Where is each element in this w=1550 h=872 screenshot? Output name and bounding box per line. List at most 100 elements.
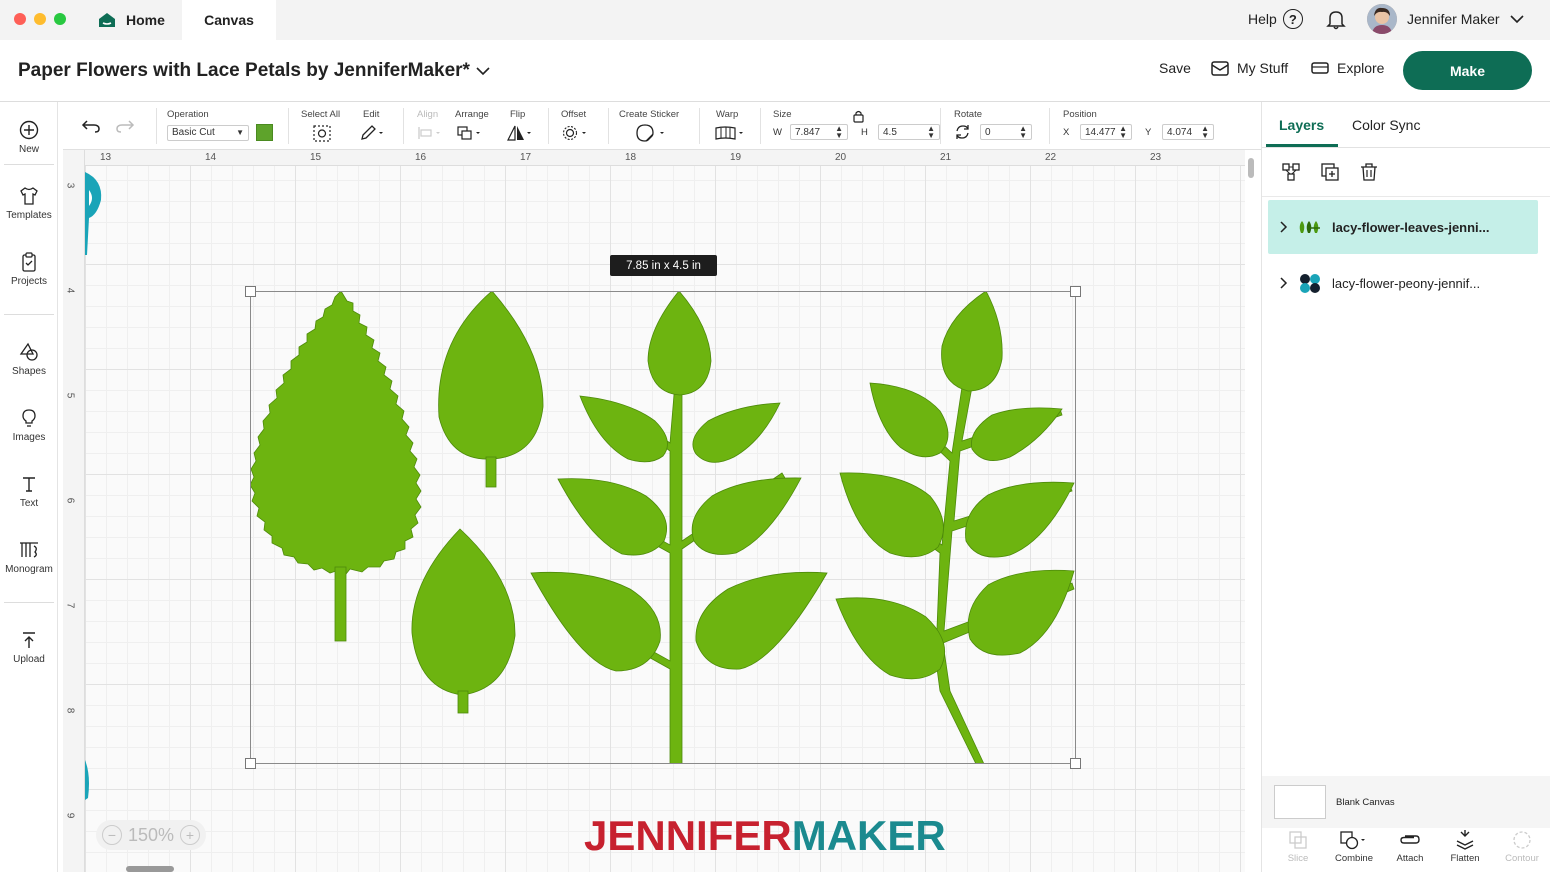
combine-button[interactable]: Combine bbox=[1324, 830, 1384, 864]
resize-handle[interactable] bbox=[1070, 286, 1081, 297]
my-stuff-button[interactable]: My Stuff bbox=[1211, 60, 1288, 76]
resize-handle[interactable] bbox=[245, 286, 256, 297]
flatten-label: Flatten bbox=[1450, 853, 1480, 864]
rotate-value: 0 bbox=[985, 126, 991, 138]
toolbar-divider bbox=[699, 108, 700, 144]
slice-icon bbox=[1288, 830, 1308, 850]
redo-icon[interactable] bbox=[115, 118, 135, 134]
attach-button[interactable]: Attach bbox=[1380, 830, 1440, 864]
arrange-icon[interactable] bbox=[456, 125, 484, 141]
project-title: Paper Flowers with Lace Petals by Jennif… bbox=[18, 60, 470, 81]
y-input[interactable]: 4.074 ▲ ▼ bbox=[1162, 124, 1214, 140]
watermark-part-2: MAKER bbox=[791, 812, 946, 859]
layer-name: lacy-flower-peony-jennif... bbox=[1332, 275, 1481, 291]
chevron-down-icon bbox=[1510, 14, 1524, 24]
tab-layers[interactable]: Layers bbox=[1279, 117, 1324, 133]
resize-handle[interactable] bbox=[1070, 758, 1081, 769]
edit-toolbar: Operation Basic Cut ▼ Select All Edit Al… bbox=[63, 102, 1261, 150]
mail-icon bbox=[1211, 60, 1229, 76]
width-label: W bbox=[773, 126, 782, 138]
size-tooltip: 7.85 in x 4.5 in bbox=[610, 255, 717, 276]
undo-icon[interactable] bbox=[81, 118, 101, 134]
ruler-tick: 9 bbox=[64, 812, 76, 819]
upload-icon bbox=[19, 630, 39, 650]
ruler-tick: 21 bbox=[940, 152, 952, 163]
minimize-window-button[interactable] bbox=[34, 13, 46, 25]
sidebar-item-text[interactable]: Text bbox=[0, 474, 58, 509]
save-button[interactable]: Save bbox=[1159, 60, 1191, 76]
sidebar-item-monogram[interactable]: Monogram bbox=[0, 540, 58, 575]
operation-color-swatch[interactable] bbox=[256, 124, 273, 141]
slice-label: Slice bbox=[1287, 853, 1309, 864]
sidebar-divider bbox=[4, 164, 54, 165]
tab-home[interactable]: Home bbox=[82, 0, 182, 40]
sidebar-item-upload[interactable]: Upload bbox=[0, 630, 58, 665]
x-value: 14.477 bbox=[1085, 126, 1116, 138]
sidebar-item-projects[interactable]: Projects bbox=[0, 252, 58, 287]
sticker-icon[interactable] bbox=[636, 124, 668, 142]
chevron-right-icon[interactable] bbox=[1280, 277, 1288, 289]
selection-bounding-box[interactable] bbox=[250, 291, 1076, 764]
lock-icon[interactable] bbox=[853, 110, 864, 123]
flatten-button[interactable]: Flatten bbox=[1435, 830, 1495, 864]
tab-canvas[interactable]: Canvas bbox=[182, 0, 276, 40]
sidebar-item-images[interactable]: Images bbox=[0, 408, 58, 443]
layer-row[interactable]: lacy-flower-peony-jennif... bbox=[1268, 256, 1538, 310]
chevron-right-icon[interactable] bbox=[1280, 221, 1288, 233]
resize-handle[interactable] bbox=[245, 758, 256, 769]
panel-divider bbox=[1262, 147, 1550, 148]
horizontal-scrollbar[interactable] bbox=[126, 866, 174, 872]
horizontal-ruler: 13 14 15 16 17 18 19 20 21 22 23 bbox=[63, 150, 1245, 166]
vertical-scrollbar[interactable] bbox=[1248, 158, 1254, 178]
zoom-out-button[interactable]: − bbox=[101, 825, 122, 845]
ruler-tick: 22 bbox=[1045, 152, 1057, 163]
x-input[interactable]: 14.477 ▲ ▼ bbox=[1080, 124, 1132, 140]
user-menu[interactable]: Jennifer Maker bbox=[1367, 3, 1524, 35]
tab-home-label: Home bbox=[126, 12, 165, 28]
layer-row[interactable]: lacy-flower-leaves-jenni... bbox=[1268, 200, 1538, 254]
blank-canvas-row[interactable]: Blank Canvas bbox=[1262, 776, 1550, 828]
ruler-tick: 17 bbox=[520, 152, 532, 163]
offset-icon[interactable] bbox=[562, 125, 590, 141]
width-input[interactable]: 7.847 ▲ ▼ bbox=[790, 124, 848, 140]
contour-button: Contour bbox=[1492, 830, 1550, 864]
layer-thumbnail-leaves bbox=[1298, 219, 1322, 235]
maximize-window-button[interactable] bbox=[54, 13, 66, 25]
height-input[interactable]: 4.5 ▲ ▼ bbox=[878, 124, 940, 140]
size-label: Size bbox=[773, 109, 792, 120]
sidebar-item-templates[interactable]: Templates bbox=[0, 186, 58, 221]
save-label: Save bbox=[1159, 60, 1191, 76]
pencil-icon[interactable] bbox=[360, 125, 386, 141]
blank-canvas-swatch[interactable] bbox=[1274, 785, 1326, 819]
operation-select[interactable]: Basic Cut ▼ bbox=[167, 124, 249, 141]
bell-icon[interactable] bbox=[1326, 8, 1346, 30]
ruler-tick: 7 bbox=[64, 602, 76, 609]
toolbar-divider bbox=[548, 108, 549, 144]
operation-control: Basic Cut ▼ bbox=[167, 124, 273, 141]
toolbar-divider bbox=[608, 108, 609, 144]
sidebar-item-shapes[interactable]: Shapes bbox=[0, 342, 58, 377]
rotate-input[interactable]: 0 ▲ ▼ bbox=[980, 124, 1032, 140]
flip-icon[interactable] bbox=[507, 125, 535, 141]
make-button[interactable]: Make bbox=[1403, 51, 1532, 90]
duplicate-icon[interactable] bbox=[1320, 162, 1340, 182]
close-window-button[interactable] bbox=[14, 13, 26, 25]
group-icon[interactable] bbox=[1281, 162, 1301, 182]
watermark-part-1: JENNIFER bbox=[584, 812, 792, 859]
warp-icon[interactable] bbox=[715, 126, 747, 140]
clipboard-icon bbox=[19, 252, 39, 272]
spinner-icon: ▲ ▼ bbox=[1019, 124, 1027, 140]
help-button[interactable]: Help ? bbox=[1248, 7, 1303, 31]
tab-color-sync[interactable]: Color Sync bbox=[1352, 117, 1420, 133]
y-label: Y bbox=[1145, 126, 1152, 138]
trash-icon[interactable] bbox=[1359, 162, 1379, 182]
sidebar-item-label: New bbox=[18, 144, 39, 155]
zoom-in-button[interactable]: + bbox=[180, 825, 201, 845]
avatar bbox=[1367, 4, 1397, 34]
explore-button[interactable]: Explore bbox=[1311, 60, 1384, 76]
sidebar-item-new[interactable]: New bbox=[0, 120, 58, 155]
select-all-icon[interactable] bbox=[313, 125, 331, 142]
machine-icon bbox=[1311, 62, 1329, 74]
project-title-button[interactable]: Paper Flowers with Lace Petals by Jennif… bbox=[18, 60, 490, 82]
ruler-tick: 14 bbox=[205, 152, 217, 163]
